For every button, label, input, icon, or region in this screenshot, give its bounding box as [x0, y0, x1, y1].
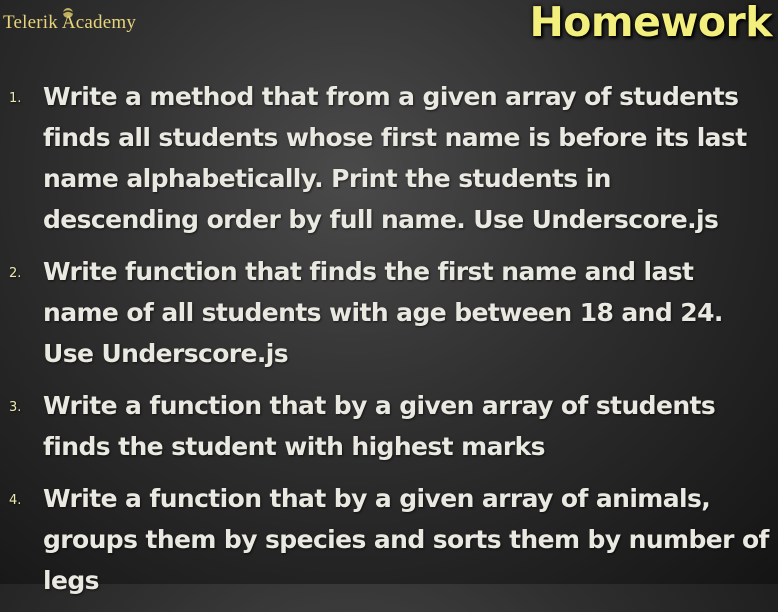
item-text-line: Use Underscore.js	[43, 339, 289, 368]
item-text-line: name of all students with age between 18…	[43, 298, 723, 327]
item-text-line: Write function that finds the first name…	[43, 257, 694, 286]
item-number: 1.	[9, 91, 22, 106]
item-number: 4.	[9, 493, 22, 508]
homework-item-4: 4. Write a function that by a given arra…	[0, 478, 778, 601]
slide-title: Homework	[529, 0, 772, 46]
item-text-line: Write a method that from a given array o…	[43, 82, 739, 111]
homework-item-2: 2. Write function that finds the first n…	[0, 251, 778, 374]
homework-list: 1. Write a method that from a given arra…	[0, 76, 778, 612]
item-text-line: finds all students whose first name is b…	[43, 123, 747, 152]
item-text-line: legs	[43, 566, 100, 595]
item-number: 2.	[9, 266, 22, 281]
item-text-line: descending order by full name. Use Under…	[43, 205, 719, 234]
item-text-line: finds the student with highest marks	[43, 432, 545, 461]
item-text-line: Write a function that by a given array o…	[43, 484, 711, 513]
homework-item-1: 1. Write a method that from a given arra…	[0, 76, 778, 240]
item-number: 3.	[9, 400, 22, 415]
item-text-line: groups them by species and sorts them by…	[43, 525, 769, 554]
homework-item-3: 3. Write a function that by a given arra…	[0, 385, 778, 467]
ninja-logo-icon	[62, 8, 74, 18]
telerik-academy-logo: Telerik Academy	[3, 8, 136, 34]
item-text-line: Write a function that by a given array o…	[43, 391, 716, 420]
item-text-line: name alphabetically. Print the students …	[43, 164, 611, 193]
